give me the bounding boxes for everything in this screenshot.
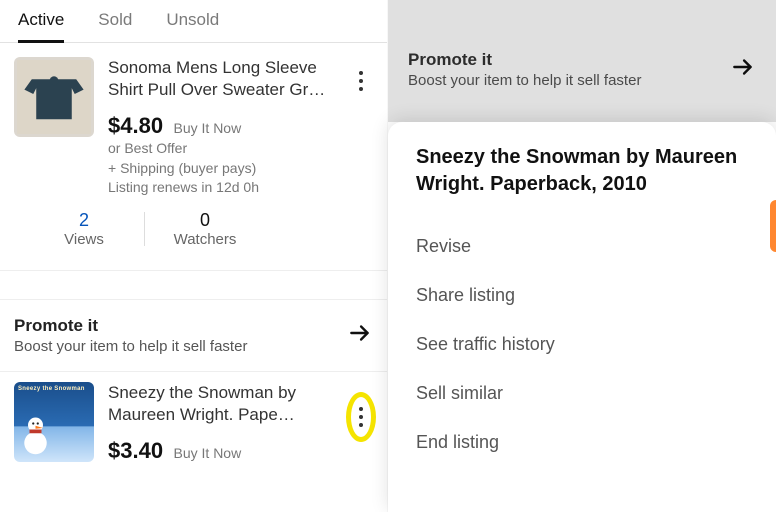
- more-options-icon[interactable]: [351, 67, 371, 95]
- tab-unsold[interactable]: Unsold: [166, 4, 219, 42]
- watchers-label: Watchers: [145, 231, 265, 248]
- listing-price: $3.40: [108, 438, 163, 463]
- listing-offer: or Best Offer: [108, 139, 349, 159]
- listing-renews: Listing renews in 12d 0h: [108, 178, 349, 198]
- listing-price-type: Buy It Now: [174, 120, 242, 136]
- sheet-listing-title: Sneezy the Snowman by Maureen Wright. Pa…: [416, 144, 748, 198]
- book-cover-title: Sneezy the Snowman: [18, 386, 90, 392]
- promote-it-banner[interactable]: Promote it Boost your item to help it se…: [388, 50, 776, 89]
- listing-actions-sheet: Sneezy the Snowman by Maureen Wright. Pa…: [388, 122, 776, 512]
- listing-price: $4.80: [108, 113, 163, 138]
- arrow-right-icon: [730, 54, 756, 85]
- listing-thumbnail: Sneezy the Snowman: [14, 382, 94, 462]
- more-options-icon[interactable]: [351, 403, 371, 431]
- listing-price-type: Buy It Now: [174, 445, 242, 461]
- arrow-right-icon: [347, 320, 373, 351]
- share-listing-action[interactable]: Share listing: [416, 271, 748, 320]
- edge-indicator: [770, 200, 776, 252]
- listing-thumbnail: [14, 57, 94, 137]
- listing-title: Sonoma Mens Long Sleeve Shirt Pull Over …: [108, 57, 349, 101]
- promote-title: Promote it: [14, 316, 347, 336]
- listing-title: Sneezy the Snowman by Maureen Wright. Pa…: [108, 382, 349, 426]
- listing-stats: 2 Views 0 Watchers: [14, 198, 373, 266]
- listing-card[interactable]: Sonoma Mens Long Sleeve Shirt Pull Over …: [0, 43, 387, 270]
- promote-subtitle: Boost your item to help it sell faster: [14, 338, 347, 355]
- views-count: 2: [24, 210, 144, 231]
- views-label: Views: [24, 231, 144, 248]
- promote-title: Promote it: [408, 50, 730, 70]
- views-stat[interactable]: 2 Views: [24, 210, 144, 248]
- listing-shipping: + Shipping (buyer pays): [108, 159, 349, 179]
- watchers-count: 0: [145, 210, 265, 231]
- promote-subtitle: Boost your item to help it sell faster: [408, 72, 730, 89]
- watchers-stat[interactable]: 0 Watchers: [145, 210, 265, 248]
- tab-sold[interactable]: Sold: [98, 4, 132, 42]
- highlight-annotation: [346, 392, 376, 442]
- see-traffic-history-action[interactable]: See traffic history: [416, 320, 748, 369]
- tab-active[interactable]: Active: [18, 4, 64, 43]
- promote-it-banner[interactable]: Promote it Boost your item to help it se…: [0, 300, 387, 371]
- sell-similar-action[interactable]: Sell similar: [416, 369, 748, 418]
- listing-status-tabs: Active Sold Unsold: [0, 0, 387, 43]
- listing-card[interactable]: Sneezy the Snowman Sneezy the Snowman by…: [0, 372, 387, 468]
- revise-action[interactable]: Revise: [416, 222, 748, 271]
- end-listing-action[interactable]: End listing: [416, 418, 748, 467]
